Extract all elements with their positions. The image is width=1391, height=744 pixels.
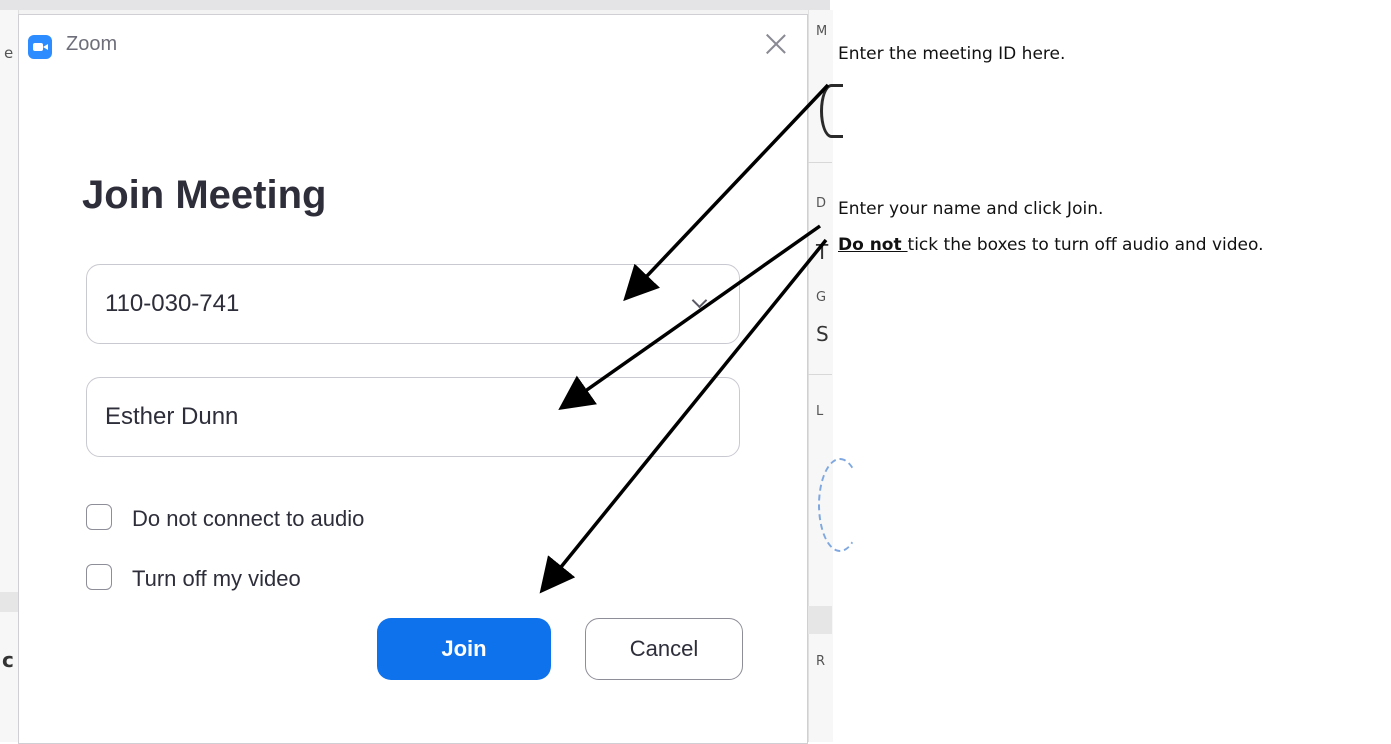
background-band <box>0 592 18 612</box>
background-letter: e <box>4 44 14 62</box>
close-icon[interactable] <box>763 31 789 57</box>
background-letter: L <box>816 404 824 419</box>
annotation-name: Enter your name and click Join. <box>838 199 1104 219</box>
background-letter: D <box>816 196 827 211</box>
background-divider <box>808 374 832 375</box>
video-off-label[interactable]: Turn off my video <box>132 566 301 592</box>
cancel-button[interactable]: Cancel <box>585 618 743 680</box>
background-top-bar <box>0 0 830 10</box>
page-title: Join Meeting <box>82 173 327 217</box>
join-button[interactable]: Join <box>377 618 551 680</box>
annotation-meeting-id: Enter the meeting ID here. <box>838 44 1066 64</box>
annotation-checkboxes: Do not tick the boxes to turn off audio … <box>838 235 1264 255</box>
join-meeting-dialog: Zoom Join Meeting Do not connect to audi… <box>18 14 808 744</box>
background-letter: c <box>2 648 14 672</box>
background-letter: R <box>816 654 826 669</box>
background-divider <box>808 162 832 163</box>
meeting-id-combobox[interactable] <box>86 264 740 344</box>
app-title: Zoom <box>66 33 118 55</box>
background-letter: M <box>816 24 828 39</box>
video-off-checkbox[interactable] <box>86 564 112 590</box>
zoom-camera-icon <box>28 35 52 59</box>
background-band <box>808 606 832 634</box>
name-input[interactable] <box>87 378 739 456</box>
background-avatar <box>820 84 843 138</box>
annotation-checkboxes-text: tick the boxes to turn off audio and vid… <box>907 235 1264 255</box>
meeting-id-input[interactable] <box>87 265 739 343</box>
background-letter: S <box>816 322 829 346</box>
annotation-emphasis: Do not <box>838 235 908 255</box>
background-letter: T <box>816 240 829 264</box>
background-loading-ring <box>818 458 862 552</box>
background-letter: G <box>816 290 827 305</box>
name-field[interactable] <box>86 377 740 457</box>
no-audio-label[interactable]: Do not connect to audio <box>132 506 364 532</box>
dialog-titlebar: Zoom <box>19 15 807 71</box>
no-audio-checkbox[interactable] <box>86 504 112 530</box>
background-left-panel <box>0 10 19 742</box>
